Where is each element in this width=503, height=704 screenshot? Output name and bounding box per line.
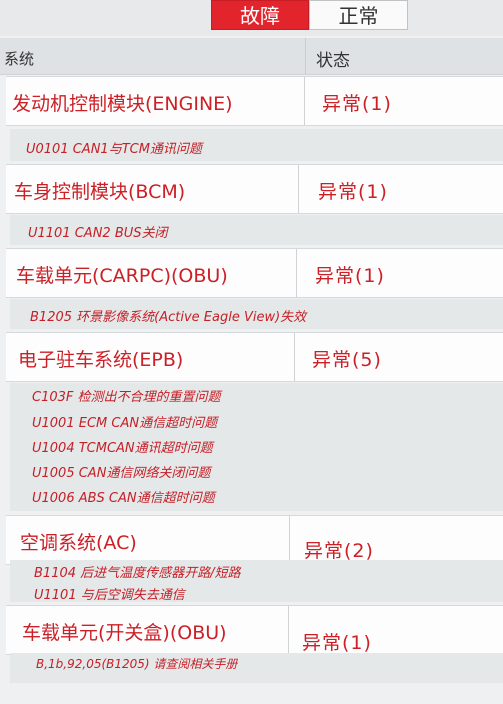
dtc-list-carpc-obu: B1205 环景影像系统(Active Eagle View)失效 <box>10 299 503 329</box>
module-status: 异常(2) <box>304 540 374 562</box>
dtc-item: B1104 后进气温度传感器开路/短路 <box>34 566 241 581</box>
table-header: 系统 状态 <box>0 38 503 75</box>
module-name: 车载单元(开关盒)(OBU) <box>22 622 227 644</box>
module-status: 异常(5) <box>312 349 382 371</box>
header-system: 系统 <box>4 50 35 68</box>
column-divider <box>298 165 299 213</box>
dtc-item: U1101 与后空调失去通信 <box>34 588 185 603</box>
module-row-engine[interactable]: 发动机控制模块(ENGINE) 异常(1) <box>6 76 503 126</box>
dtc-list-engine: U0101 CAN1与TCM通讯问题 <box>10 129 503 161</box>
tab-normal[interactable]: 正常 <box>309 0 408 30</box>
module-status: 异常(1) <box>315 265 385 287</box>
diagnostic-screen: 故障 正常 系统 状态 发动机控制模块(ENGINE) 异常(1) U0101 … <box>0 0 503 704</box>
dtc-item: U1006 ABS CAN通信超时问题 <box>32 491 215 506</box>
dtc-list-ac: B1104 后进气温度传感器开路/短路 U1101 与后空调失去通信 <box>10 560 503 603</box>
module-name: 车身控制模块(BCM) <box>14 181 186 203</box>
dtc-list-switchbox-obu: B,1b,92,05(B1205) 请查阅相关手册 <box>10 653 503 683</box>
dtc-item: B,1b,92,05(B1205) 请查阅相关手册 <box>36 657 238 671</box>
tab-fault[interactable]: 故障 <box>211 0 309 30</box>
module-row-switchbox-obu[interactable]: 车载单元(开关盒)(OBU) 异常(1) <box>6 605 503 655</box>
dtc-list-bcm: U1101 CAN2 BUS关闭 <box>10 215 503 245</box>
module-row-carpc-obu[interactable]: 车载单元(CARPC)(OBU) 异常(1) <box>6 248 503 298</box>
module-status: 异常(1) <box>302 632 372 654</box>
module-status: 异常(1) <box>318 181 388 203</box>
dtc-item: C103F 检测出不合理的重置问题 <box>32 390 221 405</box>
column-divider <box>288 606 289 654</box>
column-divider <box>294 333 295 381</box>
dtc-item: U0101 CAN1与TCM通讯问题 <box>26 142 202 157</box>
dtc-item: B1205 环景影像系统(Active Eagle View)失效 <box>30 310 307 325</box>
module-row-bcm[interactable]: 车身控制模块(BCM) 异常(1) <box>6 164 503 214</box>
column-divider <box>304 77 305 125</box>
module-row-epb[interactable]: 电子驻车系统(EPB) 异常(5) <box>6 332 503 382</box>
module-name: 发动机控制模块(ENGINE) <box>12 93 233 115</box>
dtc-item: U1001 ECM CAN通信超时问题 <box>32 416 218 431</box>
module-status: 异常(1) <box>322 93 392 115</box>
dtc-item: U1101 CAN2 BUS关闭 <box>28 226 168 241</box>
column-divider <box>296 249 297 297</box>
tab-bar: 故障 正常 <box>0 0 503 36</box>
module-name: 电子驻车系统(EPB) <box>18 349 184 371</box>
dtc-item: U1005 CAN通信网络关闭问题 <box>32 466 211 481</box>
dtc-item: U1004 TCMCAN通讯超时问题 <box>32 441 213 456</box>
module-row-ac[interactable]: 空调系统(AC) 异常(2) <box>6 515 503 565</box>
column-divider <box>289 516 290 564</box>
header-divider <box>305 38 306 74</box>
module-name: 空调系统(AC) <box>20 532 137 554</box>
dtc-list-epb: C103F 检测出不合理的重置问题 U1001 ECM CAN通信超时问题 U1… <box>10 383 503 511</box>
header-status: 状态 <box>316 51 350 71</box>
module-name: 车载单元(CARPC)(OBU) <box>16 265 228 287</box>
